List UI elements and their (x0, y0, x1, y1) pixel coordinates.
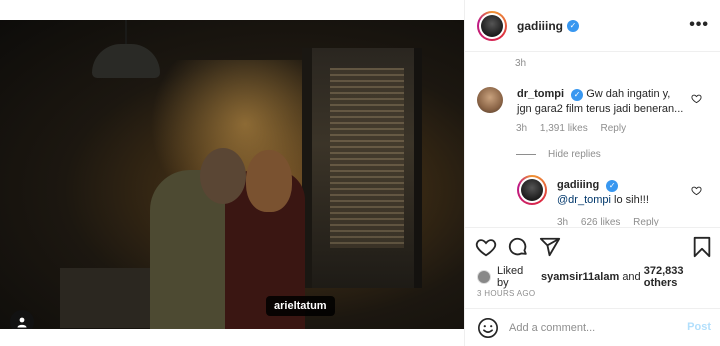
more-options-icon[interactable]: ••• (689, 16, 709, 34)
photo-lamp (92, 44, 160, 78)
share-icon[interactable] (539, 236, 561, 258)
heart-outline-icon (691, 186, 702, 196)
reply-author-avatar[interactable] (517, 175, 547, 205)
photo-figure-man-head (200, 148, 246, 204)
post-timestamp[interactable]: 3 HOURS AGO (477, 289, 535, 298)
author-username[interactable]: gadiiing (517, 19, 563, 33)
reply-meta: 3h 626 likes Reply (557, 217, 669, 226)
caption-time: 3h (515, 58, 527, 69)
post-sidebar: gadiiing ✓ ••• 3h dr_tompi ✓ Gw dah inga… (464, 0, 720, 346)
comment-icon[interactable] (507, 236, 529, 258)
reply-text: lo sih!!! (614, 194, 649, 206)
heart-outline-icon (691, 94, 702, 104)
author-avatar[interactable] (477, 10, 507, 41)
like-comment-icon[interactable] (691, 93, 702, 107)
comment-time: 3h (516, 123, 528, 134)
instagram-post: arieltatum gadiiing ✓ ••• 3h dr_tompi ✓ … (0, 0, 720, 346)
reply-time: 3h (557, 217, 569, 226)
commenter-username[interactable]: dr_tompi (517, 88, 564, 100)
tagged-people-icon[interactable] (10, 310, 34, 329)
like-icon[interactable] (475, 236, 497, 258)
comment-body: dr_tompi ✓ Gw dah ingatin y, jgn gara2 f… (517, 87, 685, 117)
liker-avatar[interactable] (477, 270, 491, 284)
likes-joiner: and (622, 271, 641, 283)
post-comment-button[interactable]: Post (687, 321, 711, 333)
hide-replies-line (516, 154, 536, 155)
likes-summary: Liked by syamsir11alam and 372,833 other… (477, 265, 720, 289)
reply-author-avatar-border (519, 177, 545, 203)
comment-meta: 3h 1,391 likes Reply (516, 123, 636, 134)
person-icon (17, 317, 27, 328)
liker-username[interactable]: syamsir11alam (541, 271, 619, 283)
reply-reply-button[interactable]: Reply (633, 217, 659, 226)
comment-likes[interactable]: 1,391 likes (540, 123, 588, 134)
comment-input[interactable] (509, 321, 679, 334)
photo-lamp-cord (125, 20, 127, 46)
reply-likes[interactable]: 626 likes (581, 217, 620, 226)
photo-window (302, 48, 422, 288)
save-icon[interactable] (691, 236, 713, 258)
verified-badge-icon: ✓ (567, 19, 579, 32)
reply-body: gadiiing ✓ @dr_tompi lo sih!!! (557, 178, 671, 208)
reply-mention[interactable]: @dr_tompi (557, 194, 611, 206)
emoji-icon[interactable] (477, 317, 499, 339)
action-bar (465, 227, 720, 267)
author-avatar-image (481, 14, 503, 37)
post-header: gadiiing ✓ ••• (465, 0, 720, 52)
post-photo[interactable]: arieltatum (0, 20, 464, 329)
hide-replies-label: Hide replies (548, 149, 601, 160)
verified-badge-icon: ✓ (606, 179, 619, 192)
commenter-avatar[interactable] (477, 87, 503, 113)
likes-count[interactable]: 372,833 others (644, 265, 720, 289)
hide-replies-button[interactable]: Hide replies (516, 149, 601, 160)
add-comment-bar: Post (465, 308, 720, 346)
reply-author-avatar-image (521, 179, 543, 201)
like-reply-icon[interactable] (691, 185, 702, 199)
verified-badge-icon: ✓ (571, 88, 584, 101)
likes-prefix: Liked by (496, 265, 524, 289)
reply-button[interactable]: Reply (601, 123, 627, 134)
user-tag-label[interactable]: arieltatum (266, 296, 335, 316)
photo-figure-woman-head (246, 150, 292, 212)
comments-list: 3h dr_tompi ✓ Gw dah ingatin y, jgn gara… (465, 53, 720, 226)
reply-username[interactable]: gadiiing (557, 179, 599, 191)
author-avatar-border (479, 12, 505, 39)
photo-blinds (330, 68, 404, 248)
